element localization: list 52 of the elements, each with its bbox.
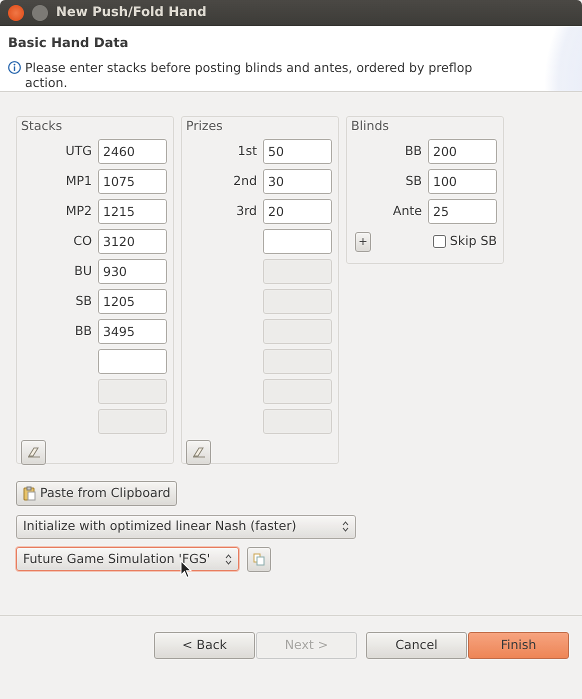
input-field[interactable]: [98, 349, 167, 374]
field-label: 3rd: [236, 202, 257, 220]
field-label: 1st: [238, 142, 257, 160]
field-label: BU: [74, 262, 92, 280]
input-field[interactable]: 25: [428, 199, 497, 224]
clear-button[interactable]: [21, 440, 46, 465]
input-field[interactable]: 3120: [98, 229, 167, 254]
input-field[interactable]: 1205: [98, 289, 167, 314]
field-label: Ante: [392, 202, 422, 220]
input-field[interactable]: [263, 229, 332, 254]
input-field[interactable]: 3495: [98, 319, 167, 344]
input-field[interactable]: 30: [263, 169, 332, 194]
copy-button[interactable]: [247, 546, 271, 572]
field-label: SB: [405, 172, 422, 190]
dialog-button[interactable]: Cancel: [366, 632, 467, 659]
field-label: MP2: [66, 202, 92, 220]
close-button[interactable]: [8, 5, 24, 21]
eraser-icon: [26, 446, 40, 458]
input-field[interactable]: 930: [98, 259, 167, 284]
input-field[interactable]: 1215: [98, 199, 167, 224]
page-title: Basic Hand Data: [8, 35, 130, 53]
dialog-button[interactable]: < Back: [154, 632, 255, 659]
input-field[interactable]: 50: [263, 139, 332, 164]
updown-arrows-icon: [342, 521, 349, 532]
field-label: UTG: [66, 142, 92, 160]
field-label: BB: [404, 142, 422, 160]
field-label: CO: [73, 232, 92, 250]
input-field[interactable]: 20: [263, 199, 332, 224]
window-title: New Push/Fold Hand: [56, 4, 207, 22]
paste-button[interactable]: Paste from Clipboard: [16, 481, 178, 506]
input-field[interactable]: 100: [428, 169, 497, 194]
field-label: MP1: [66, 172, 92, 190]
clipboard-icon: [23, 486, 36, 501]
input-field[interactable]: 1075: [98, 169, 167, 194]
dialog-button[interactable]: Finish: [468, 632, 569, 659]
copy-icon: [253, 552, 265, 566]
skip-sb-checkbox[interactable]: [432, 235, 446, 248]
info-icon: [8, 60, 21, 74]
checkbox-label: Skip SB: [450, 232, 497, 250]
eraser-icon: [192, 446, 206, 458]
input-field[interactable]: 200: [428, 139, 497, 164]
add-button[interactable]: +: [355, 232, 371, 252]
maximize-button[interactable]: [32, 5, 48, 21]
dropdown[interactable]: Initialize with optimized linear Nash (faster): [16, 514, 356, 539]
field-label: 2nd: [233, 172, 257, 190]
field-label: BB: [74, 322, 92, 340]
field-label: SB: [75, 292, 92, 310]
info-message: Please enter stacks before posting blinds and antes, ordered by preflop action.: [25, 60, 474, 90]
clear-button[interactable]: [186, 440, 211, 465]
dropdown[interactable]: Future Game Simulation 'FGS': [16, 547, 239, 572]
updown-arrows-icon: [225, 554, 232, 565]
input-field[interactable]: 2460: [98, 139, 167, 164]
